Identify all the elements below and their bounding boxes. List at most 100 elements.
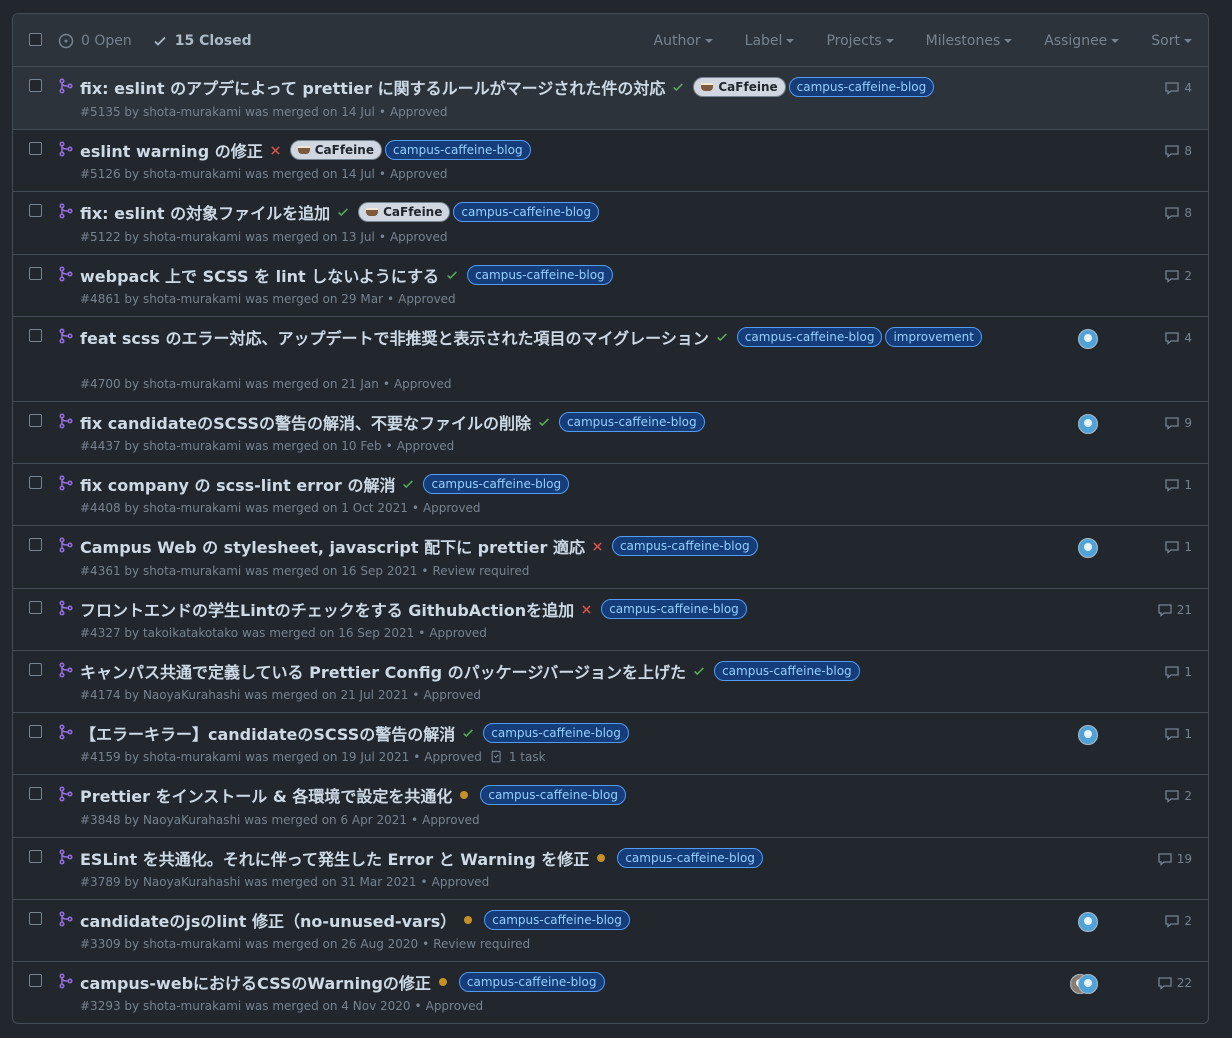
pr-title-link[interactable]: feat scss のエラー対応、アップデートで非推奨と表示された項目のマイグレ…: [80, 325, 709, 349]
comments-link[interactable]: 2: [1164, 788, 1192, 804]
x-icon[interactable]: [591, 540, 604, 553]
row-checkbox[interactable]: [29, 476, 42, 489]
select-all-checkbox[interactable]: [29, 33, 42, 46]
pr-row[interactable]: eslint warning の修正 CaFfeine campus-caffein…: [13, 130, 1208, 192]
row-checkbox[interactable]: [29, 663, 42, 676]
pr-title-link[interactable]: eslint warning の修正: [80, 138, 263, 162]
comments-link[interactable]: 4: [1164, 80, 1192, 96]
comments-link[interactable]: 2: [1164, 913, 1192, 929]
check-icon[interactable]: [336, 205, 350, 219]
pr-title-link[interactable]: フロントエンドの学生Lintのチェックをする GithubActionを追加: [80, 597, 574, 621]
pr-row[interactable]: feat scss のエラー対応、アップデートで非推奨と表示された項目のマイグレ…: [13, 317, 1208, 402]
assignee-avatar[interactable]: [1078, 329, 1098, 349]
pr-author-link[interactable]: shota-murakami: [143, 750, 241, 764]
row-checkbox[interactable]: [29, 414, 42, 427]
x-icon[interactable]: [269, 144, 282, 157]
row-checkbox[interactable]: [29, 912, 42, 925]
pr-author-link[interactable]: shota-murakami: [143, 377, 241, 391]
row-checkbox[interactable]: [29, 204, 42, 217]
pending-dot-icon[interactable]: [462, 916, 476, 924]
projects-filter[interactable]: Projects: [826, 33, 894, 49]
assignee-filter[interactable]: Assignee: [1044, 33, 1120, 49]
pr-row[interactable]: フロントエンドの学生Lintのチェックをする GithubActionを追加 ca…: [13, 589, 1208, 651]
pr-title-link[interactable]: Campus Web の stylesheet, javascript 配下に …: [80, 534, 585, 558]
row-checkbox[interactable]: [29, 267, 42, 280]
row-checkbox[interactable]: [29, 974, 42, 987]
comments-link[interactable]: 1: [1164, 726, 1192, 742]
comments-link[interactable]: 9: [1164, 415, 1192, 431]
assignee-avatar[interactable]: [1078, 725, 1098, 745]
label-badge[interactable]: campus-caffeine-blog: [484, 910, 630, 930]
label-badge[interactable]: CaFfeine: [289, 140, 382, 160]
check-icon[interactable]: [461, 726, 475, 740]
pr-title-link[interactable]: キャンパス共通で定義している Prettier Config のパッケージバージ…: [80, 659, 686, 683]
review-status-link[interactable]: Approved: [424, 750, 482, 764]
pr-title-link[interactable]: webpack 上で SCSS を lint しないようにする: [80, 263, 439, 287]
pr-author-link[interactable]: shota-murakami: [143, 439, 241, 453]
pr-author-link[interactable]: NaoyaKurahashi: [143, 875, 240, 889]
pr-author-link[interactable]: shota-murakami: [143, 999, 241, 1013]
pr-row[interactable]: Prettier をインストール & 各環境で設定を共通化 campus-caff…: [13, 775, 1208, 838]
assignee-avatar[interactable]: [1078, 974, 1098, 994]
sort-filter[interactable]: Sort: [1151, 33, 1192, 49]
row-checkbox[interactable]: [29, 538, 42, 551]
comments-link[interactable]: 1: [1164, 664, 1192, 680]
pr-author-link[interactable]: shota-murakami: [143, 292, 241, 306]
pr-author-link[interactable]: takoikatakotako: [143, 626, 238, 640]
assignee-avatar[interactable]: [1078, 414, 1098, 434]
label-badge[interactable]: campus-caffeine-blog: [458, 972, 605, 992]
review-status-link[interactable]: Approved: [422, 813, 480, 827]
review-status-link[interactable]: Review required: [432, 564, 529, 578]
review-status-link[interactable]: Approved: [423, 688, 481, 702]
check-icon[interactable]: [445, 268, 459, 282]
pr-author-link[interactable]: shota-murakami: [143, 230, 241, 244]
pr-row[interactable]: fix company の scss-lint error の解消 campus-…: [13, 464, 1208, 526]
review-status-link[interactable]: Approved: [394, 377, 452, 391]
pr-author-link[interactable]: shota-murakami: [143, 937, 241, 951]
review-status-link[interactable]: Approved: [398, 292, 456, 306]
pr-title-link[interactable]: Prettier をインストール & 各環境で設定を共通化: [80, 783, 452, 807]
author-filter[interactable]: Author: [654, 33, 713, 49]
comments-link[interactable]: 19: [1157, 851, 1192, 867]
pr-author-link[interactable]: shota-murakami: [143, 564, 241, 578]
pr-row[interactable]: fix: eslint のアプデによって prettier に関するルールがマー…: [13, 67, 1208, 130]
comments-link[interactable]: 21: [1157, 602, 1192, 618]
label-badge[interactable]: campus-caffeine-blog: [467, 265, 613, 285]
label-badge[interactable]: CaFfeine: [358, 202, 451, 222]
task-progress[interactable]: 1 task: [490, 750, 546, 764]
comments-link[interactable]: 4: [1164, 330, 1192, 346]
pr-author-link[interactable]: NaoyaKurahashi: [143, 688, 240, 702]
comments-link[interactable]: 22: [1157, 975, 1192, 991]
pr-row[interactable]: キャンパス共通で定義している Prettier Config のパッケージバージ…: [13, 651, 1208, 713]
check-icon[interactable]: [671, 80, 685, 94]
pr-row[interactable]: candidateのjsのlint 修正（no-unused-vars） camp…: [13, 900, 1208, 962]
review-status-link[interactable]: Approved: [432, 875, 490, 889]
label-badge[interactable]: campus-caffeine-blog: [384, 140, 531, 160]
pr-row[interactable]: ESLint を共通化。それに伴って発生した Error と Warning を…: [13, 838, 1208, 900]
pr-author-link[interactable]: NaoyaKurahashi: [143, 813, 240, 827]
pr-title-link[interactable]: fix candidateのSCSSの警告の解消、不要なファイルの削除: [80, 410, 531, 434]
review-status-link[interactable]: Approved: [429, 626, 487, 640]
review-status-link[interactable]: Approved: [390, 230, 448, 244]
open-filter[interactable]: 0 Open: [58, 33, 132, 49]
row-checkbox[interactable]: [29, 787, 42, 800]
assignee-avatar[interactable]: [1078, 912, 1098, 932]
pr-row[interactable]: 【エラーキラー】candidateのSCSSの警告の解消 campus-caffe…: [13, 713, 1208, 775]
pr-title-link[interactable]: fix: eslint の対象ファイルを追加: [80, 200, 330, 224]
check-icon[interactable]: [537, 415, 551, 429]
row-checkbox[interactable]: [29, 850, 42, 863]
row-checkbox[interactable]: [29, 79, 42, 92]
label-badge[interactable]: campus-caffeine-blog: [483, 723, 629, 743]
review-status-link[interactable]: Approved: [390, 167, 448, 181]
pr-title-link[interactable]: candidateのjsのlint 修正（no-unused-vars）: [80, 908, 456, 932]
label-badge[interactable]: campus-caffeine-blog: [788, 77, 935, 97]
comments-link[interactable]: 1: [1164, 477, 1192, 493]
label-badge[interactable]: campus-caffeine-blog: [611, 536, 758, 556]
comments-link[interactable]: 8: [1164, 205, 1192, 221]
review-status-link[interactable]: Review required: [433, 937, 530, 951]
pr-title-link[interactable]: campus-webにおけるCSSのWarningの修正: [80, 970, 431, 994]
check-icon[interactable]: [692, 664, 706, 678]
pr-author-link[interactable]: shota-murakami: [143, 105, 241, 119]
row-checkbox[interactable]: [29, 725, 42, 738]
review-status-link[interactable]: Approved: [423, 501, 481, 515]
